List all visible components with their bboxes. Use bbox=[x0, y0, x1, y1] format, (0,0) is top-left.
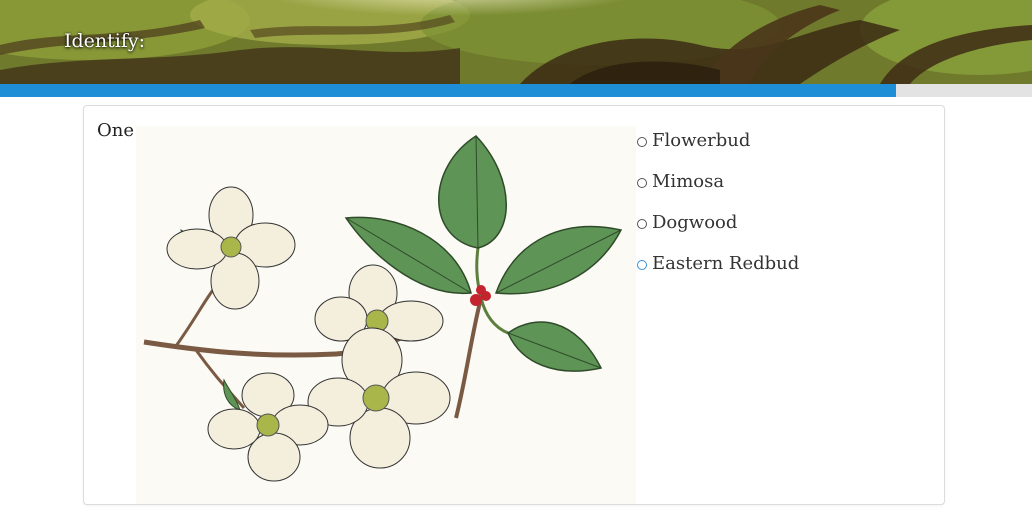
progress-bar-fill bbox=[0, 84, 896, 97]
header-banner: Identify: bbox=[0, 0, 1032, 84]
dogwood-branch-illustration bbox=[136, 126, 636, 504]
answer-options: Flowerbud Mimosa Dogwood Eastern Redbud bbox=[637, 120, 799, 284]
page-title: Identify: bbox=[64, 30, 146, 52]
option-label: Eastern Redbud bbox=[652, 253, 800, 274]
radio-icon[interactable] bbox=[637, 178, 647, 188]
tree-canopy-background bbox=[0, 0, 1032, 84]
option-mimosa[interactable]: Mimosa bbox=[637, 161, 799, 202]
option-flowerbud[interactable]: Flowerbud bbox=[637, 120, 799, 161]
option-eastern-redbud[interactable]: Eastern Redbud bbox=[637, 243, 799, 284]
question-card: One Flowerbud Mimosa Dogwood Eastern Red… bbox=[83, 105, 945, 505]
progress-bar bbox=[0, 84, 1032, 97]
option-label: Mimosa bbox=[652, 171, 725, 192]
radio-icon[interactable] bbox=[637, 219, 647, 229]
radio-icon[interactable] bbox=[637, 137, 647, 147]
question-title: One bbox=[97, 120, 135, 141]
radio-icon[interactable] bbox=[637, 260, 647, 270]
option-label: Flowerbud bbox=[652, 130, 751, 151]
option-label: Dogwood bbox=[652, 212, 738, 233]
option-dogwood[interactable]: Dogwood bbox=[637, 202, 799, 243]
